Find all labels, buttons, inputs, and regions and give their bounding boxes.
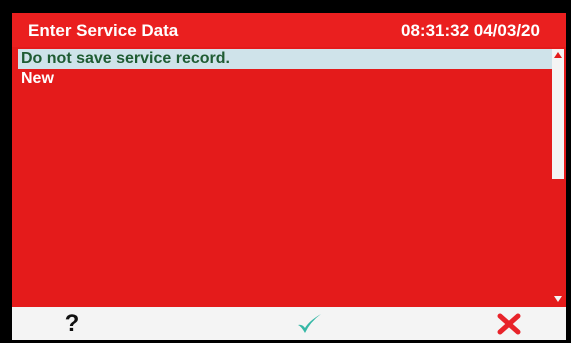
device-screen: Enter Service Data 08:31:32 04/03/20 Do … (12, 13, 566, 340)
scroll-thumb[interactable] (552, 49, 564, 179)
confirm-button[interactable] (279, 307, 339, 340)
service-record-list: Do not save service record. New (18, 49, 552, 305)
x-icon (497, 313, 521, 334)
cancel-button[interactable] (479, 307, 539, 340)
help-button[interactable]: ? (42, 307, 102, 340)
checkmark-icon (298, 313, 321, 333)
title-bar: Enter Service Data 08:31:32 04/03/20 (12, 13, 566, 47)
datetime-readout: 08:31:32 04/03/20 (401, 21, 540, 40)
list-item-new[interactable]: New (18, 69, 552, 89)
soft-key-bar: ? (12, 307, 566, 340)
list-item-do-not-save[interactable]: Do not save service record. (18, 49, 552, 69)
scrollbar[interactable] (552, 49, 564, 305)
screen-title: Enter Service Data (28, 21, 179, 40)
question-mark-icon: ? (64, 309, 80, 337)
scroll-up-arrow-icon[interactable] (552, 49, 564, 61)
scroll-down-arrow-icon[interactable] (552, 293, 564, 305)
